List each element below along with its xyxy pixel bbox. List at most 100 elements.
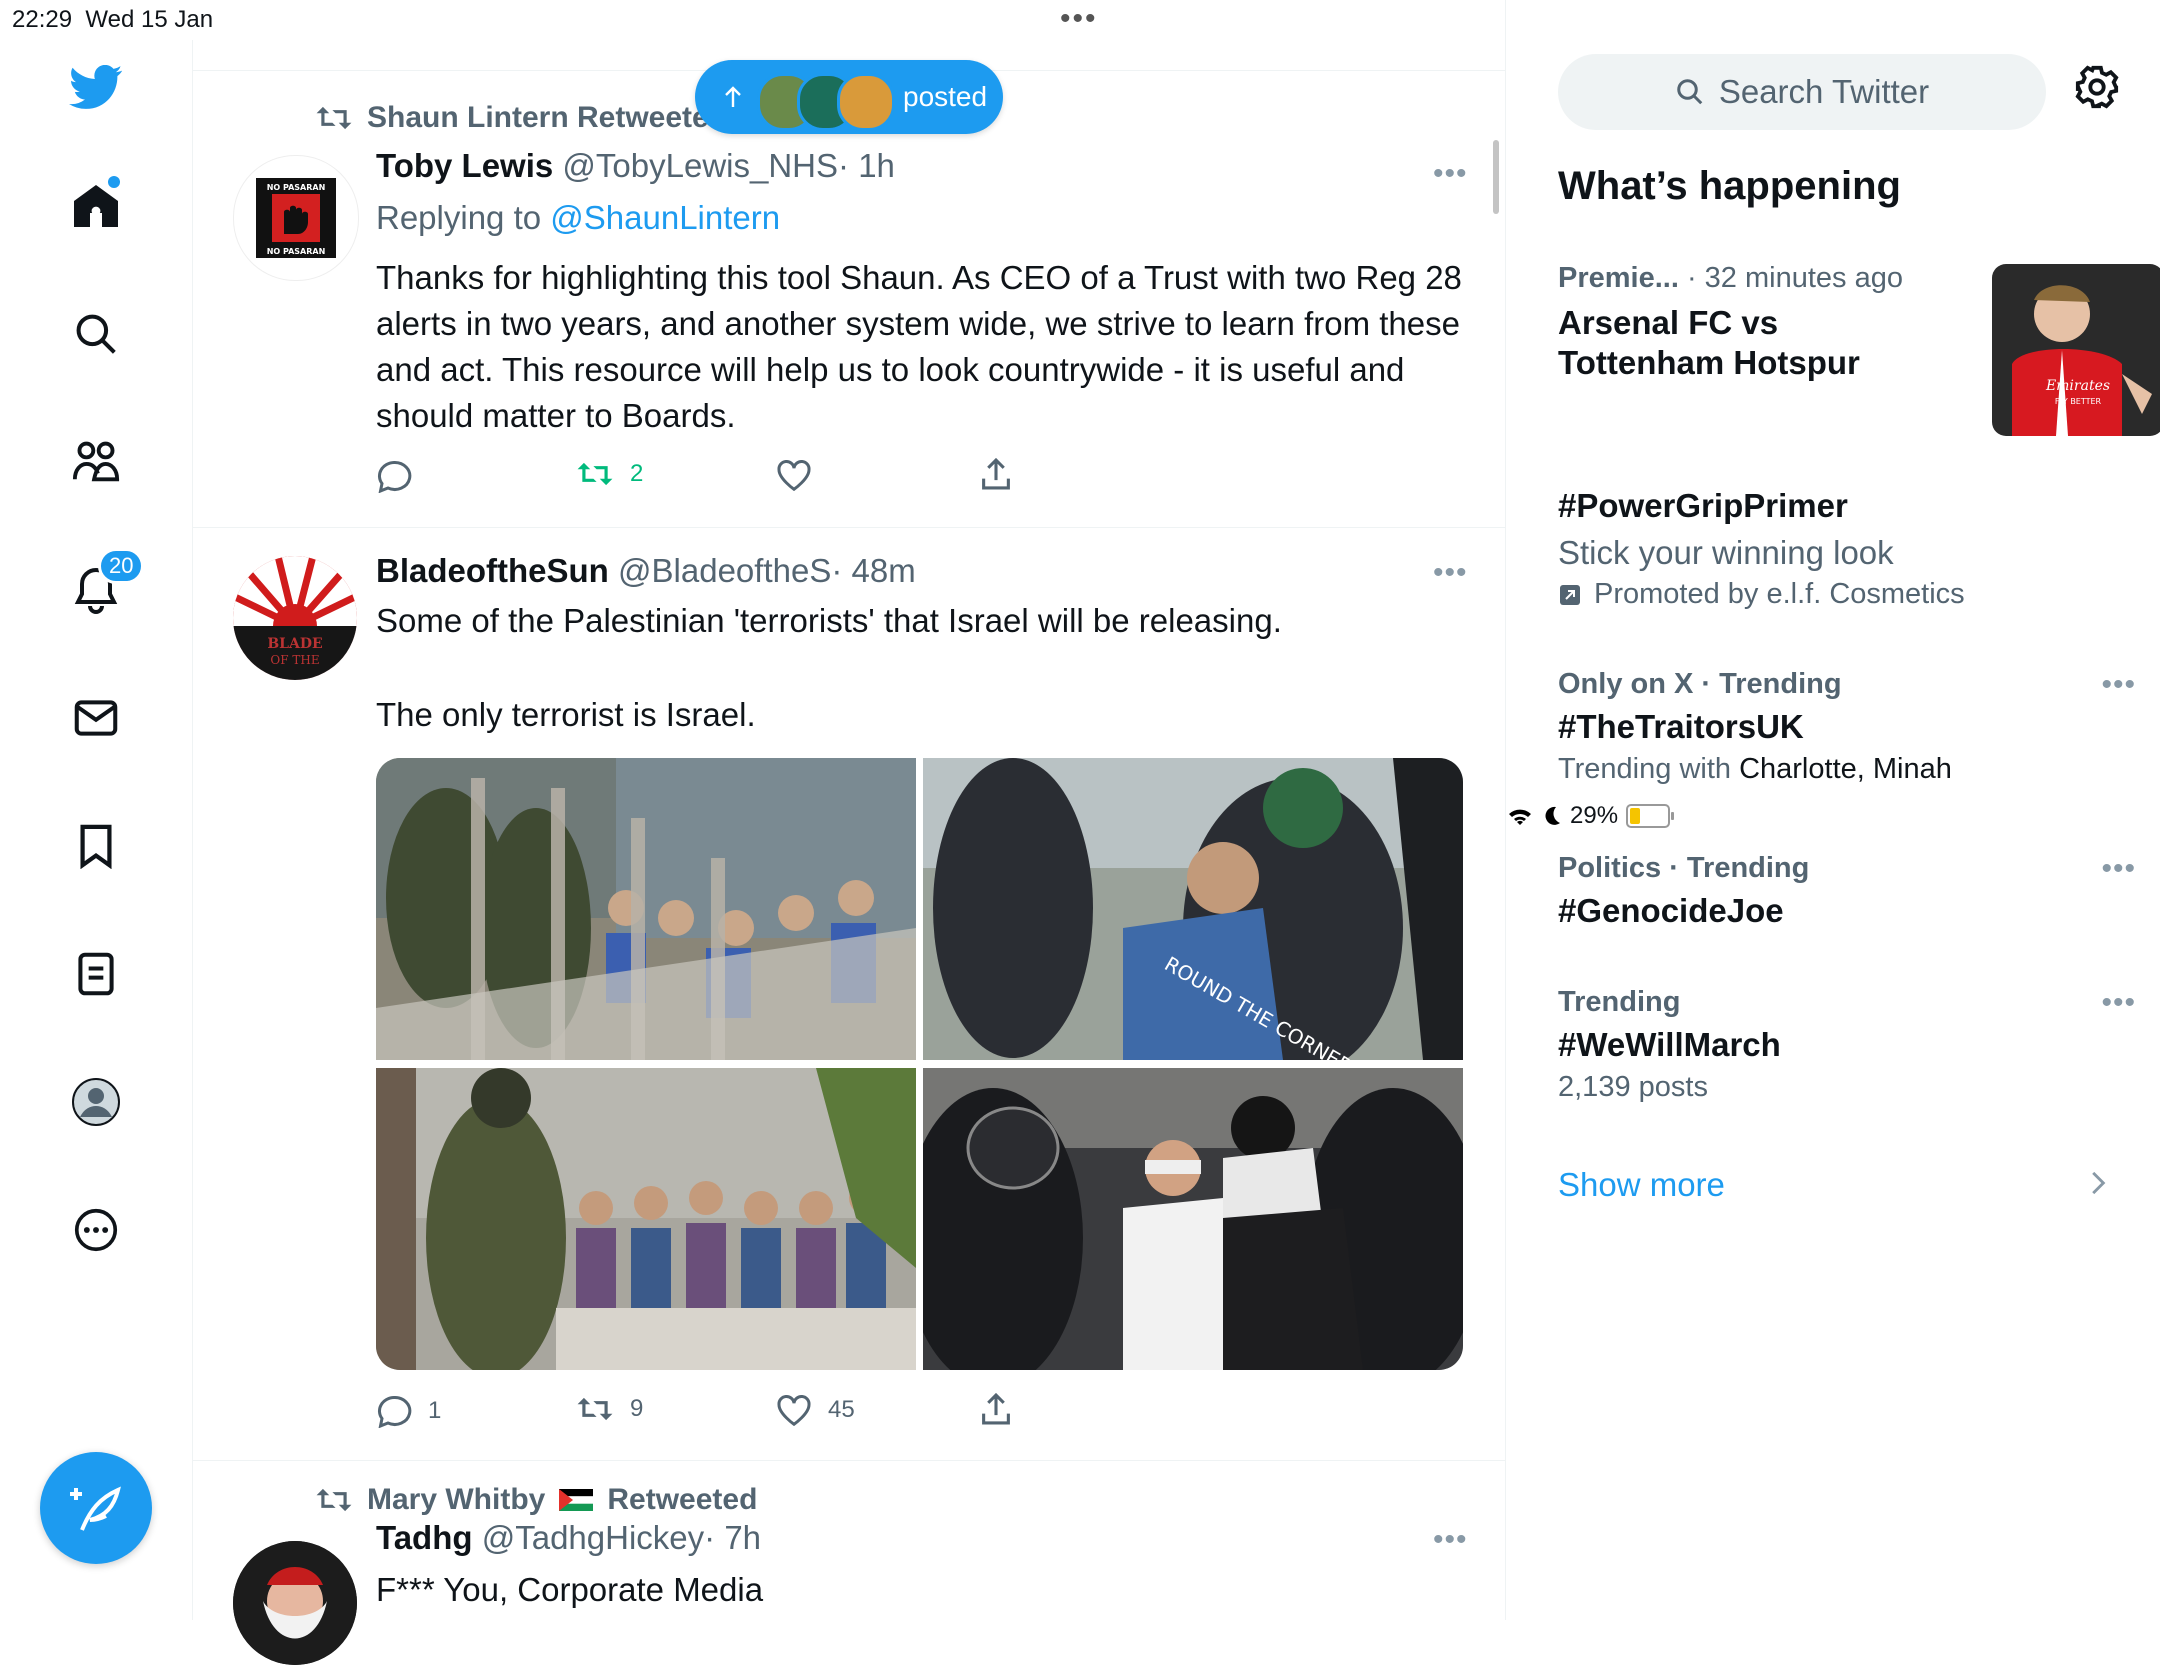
media-photo-1[interactable] — [376, 758, 916, 1060]
svg-text:BLADE: BLADE — [267, 636, 322, 652]
svg-text:NO PASARAN: NO PASARAN — [267, 183, 326, 192]
retweet-icon — [316, 106, 352, 130]
tweet-time[interactable]: · 48m — [831, 552, 915, 589]
profile-avatar-icon[interactable] — [60, 1066, 132, 1138]
retweet-icon — [577, 462, 613, 486]
search-input[interactable]: Search Twitter — [1558, 54, 2046, 130]
retweet-icon — [316, 1488, 352, 1512]
bookmarks-icon[interactable] — [60, 810, 132, 882]
reply-button[interactable] — [376, 459, 412, 493]
trend-subtitle: Stick your winning look — [1558, 534, 1894, 571]
share-button[interactable] — [980, 457, 1012, 491]
trend-title: #GenocideJoe — [1558, 892, 1784, 929]
reply-count: 1 — [428, 1397, 442, 1424]
arrow-up-icon — [725, 86, 741, 107]
reply-icon — [377, 1395, 412, 1428]
notifications-badge: 20 — [98, 548, 145, 584]
retweet-context: Shaun Lintern Retweeted — [315, 101, 727, 135]
promoted-label: Promoted by e.l.f. Cosmetics — [1558, 578, 2118, 611]
notifications-bell-icon[interactable]: 20 — [60, 548, 145, 626]
twitter-logo-icon[interactable] — [60, 52, 132, 124]
trend-meta: Trending — [1558, 986, 1681, 1018]
tweet-bladeofthesun[interactable]: BLADE OF THE BladeoftheSun @BladeoftheS·… — [193, 528, 1505, 1461]
replying-to-link[interactable]: @ShaunLintern — [550, 199, 780, 236]
home-icon[interactable] — [60, 170, 132, 242]
heart-icon — [777, 1394, 811, 1426]
palestine-flag-icon — [559, 1489, 594, 1511]
avatar[interactable]: BLADE OF THE — [233, 556, 357, 680]
reply-button[interactable]: 1 — [376, 1394, 441, 1428]
messages-icon[interactable] — [60, 682, 132, 754]
reply-icon — [377, 460, 412, 493]
tweet-text-line1: Some of the Palestinian 'terrorists' tha… — [376, 602, 1282, 639]
avatar[interactable] — [233, 1541, 357, 1665]
tweet-media-grid[interactable]: ROUND THE CORNER — [376, 758, 1463, 1370]
lists-icon[interactable] — [60, 938, 132, 1010]
trend-more-icon[interactable]: ••• — [2101, 668, 2136, 702]
author-name[interactable]: BladeoftheSun — [376, 552, 609, 589]
retweet-button[interactable]: 2 — [576, 459, 643, 489]
tweet-tadhg[interactable]: Mary Whitby Retweeted Tadhg @TadhgHickey… — [193, 1461, 1505, 1665]
compose-tweet-button[interactable] — [40, 1452, 152, 1564]
search-icon[interactable] — [60, 298, 132, 370]
retweet-context: Mary Whitby Retweeted — [315, 1483, 757, 1517]
status-time: 22:29 Wed 15 Jan — [12, 6, 214, 33]
more-options-icon[interactable] — [60, 1194, 132, 1266]
new-posts-avatars — [757, 67, 895, 131]
svg-text:NO PASARAN: NO PASARAN — [267, 247, 326, 256]
trend-more-icon[interactable]: ••• — [2101, 986, 2136, 1020]
tweet-time[interactable]: · 7h — [704, 1519, 761, 1556]
trend-subtitle: Trending with Charlotte, Minah — [1558, 753, 1952, 785]
author-handle[interactable]: @TadhgHickey — [482, 1519, 704, 1556]
avatar[interactable]: NO PASARAN NO PASARAN — [233, 155, 359, 281]
like-button[interactable]: 45 — [776, 1394, 855, 1426]
trend-item-promoted[interactable]: #PowerGripPrimer Stick your winning look… — [1558, 486, 2118, 611]
timeline: Shaun Lintern Retweeted NO PASARAN NO PA… — [193, 0, 1506, 1665]
tweet-header: BladeoftheSun @BladeoftheS· 48m — [376, 552, 916, 590]
share-button[interactable] — [980, 1392, 1012, 1426]
retweeter-name[interactable]: Mary Whitby — [367, 1483, 545, 1517]
trend-image[interactable]: Emirates FLY BETTER — [1992, 264, 2160, 436]
author-handle[interactable]: @TobyLewis_NHS — [562, 147, 838, 184]
retweet-icon — [577, 1397, 613, 1421]
tweet-toby-lewis[interactable]: Shaun Lintern Retweeted NO PASARAN NO PA… — [193, 71, 1505, 528]
svg-text:Emirates: Emirates — [2045, 378, 2110, 394]
search-icon — [1677, 79, 1703, 105]
trend-title: #PowerGripPrimer — [1558, 487, 1848, 524]
tweet-more-icon[interactable]: ••• — [1433, 556, 1468, 590]
tweet-more-icon[interactable]: ••• — [1433, 157, 1468, 191]
home-dot-indicator — [108, 176, 120, 188]
trend-more-icon[interactable]: ••• — [2101, 852, 2136, 886]
like-button[interactable] — [776, 459, 812, 491]
tweet-time[interactable]: · 1h — [838, 147, 895, 184]
trend-item-arsenal[interactable]: Premie... · 32 minutes ago Arsenal FC vs… — [1558, 262, 2160, 436]
media-photo-2[interactable]: ROUND THE CORNER — [923, 758, 1463, 1079]
trend-item-genocidejoe[interactable]: Politics · Trending ••• #GenocideJoe — [1558, 852, 2135, 931]
tweet-more-icon[interactable]: ••• — [1433, 1523, 1468, 1557]
heart-icon — [777, 459, 811, 491]
settings-gear-icon[interactable] — [2074, 64, 2120, 115]
trend-item-wewillmarch[interactable]: Trending ••• #WeWillMarch 2,139 posts — [1558, 986, 2135, 1104]
trend-item-traitors[interactable]: Only on X · Trending ••• #TheTraitorsUK … — [1558, 668, 2135, 786]
new-posts-pill[interactable]: posted — [695, 60, 1003, 134]
tweet-text-line2: The only terrorist is Israel. — [376, 696, 756, 733]
retweet-count: 9 — [630, 1395, 644, 1422]
retweet-button[interactable]: 9 — [576, 1394, 643, 1424]
author-name[interactable]: Tadhg — [376, 1519, 473, 1556]
trend-title: #TheTraitorsUK — [1558, 708, 1804, 745]
media-photo-3[interactable] — [376, 1068, 916, 1370]
promoted-icon — [1560, 584, 1580, 605]
author-handle[interactable]: @BladeoftheS — [618, 552, 831, 589]
tweet-text: F*** You, Corporate Media — [376, 1571, 764, 1608]
author-name[interactable]: Toby Lewis — [376, 147, 553, 184]
show-more-link[interactable]: Show more — [1558, 1166, 1725, 1204]
section-title: What’s happening — [1558, 164, 1901, 208]
trend-post-count: 2,139 posts — [1558, 1071, 1708, 1103]
communities-icon[interactable] — [60, 426, 132, 498]
media-photo-4[interactable] — [903, 1068, 1463, 1370]
tweet-text: Thanks for highlighting this tool Shaun.… — [376, 259, 1462, 434]
replying-to: Replying to @ShaunLintern — [376, 199, 781, 236]
chevron-right-icon — [2090, 1170, 2108, 1201]
svg-text:OF THE: OF THE — [270, 653, 319, 667]
share-icon — [982, 1392, 1010, 1425]
